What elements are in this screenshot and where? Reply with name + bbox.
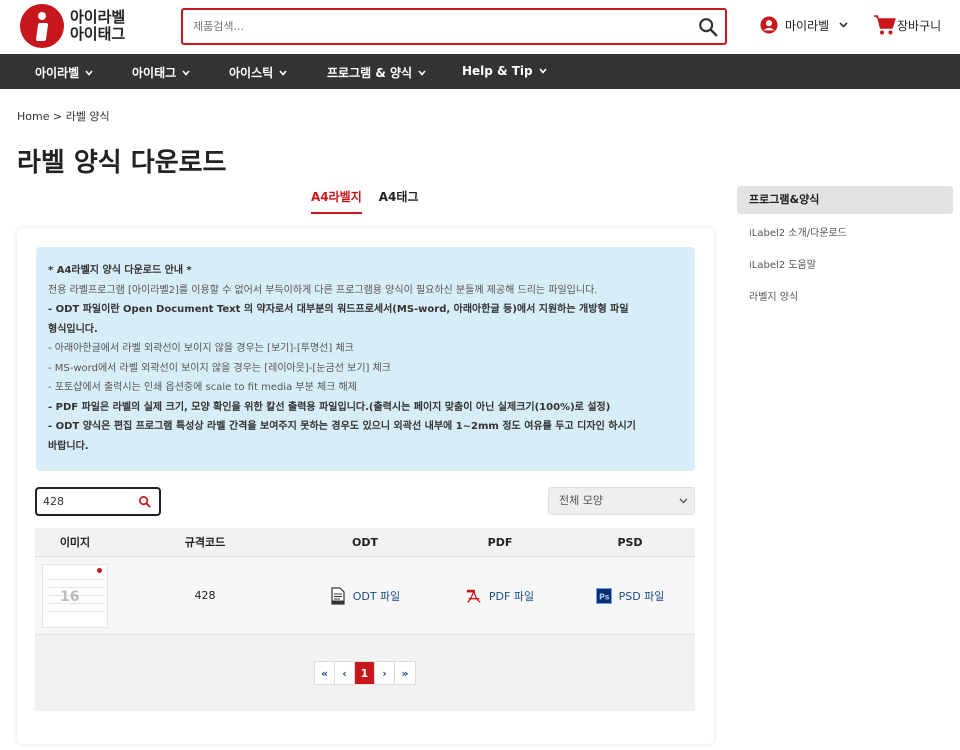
notice-line: - 아래아한글에서 라벨 외곽선이 보이지 않을 경우는 [보기]-[투명선] …	[48, 343, 354, 354]
notice-line: 형식입니다.	[48, 323, 98, 335]
label-thumbnail[interactable]: 16	[42, 563, 108, 628]
col-header-psd: PSD	[617, 535, 643, 549]
col-header-image: 이미지	[59, 536, 91, 549]
pagination: « ‹ 1 › »	[314, 661, 416, 685]
thumb-cell: 16	[35, 557, 115, 634]
breadcrumb[interactable]: Home > 라벨 양식	[17, 108, 110, 124]
chevron-down-icon	[279, 69, 287, 76]
nav-item-label: 아이스틱	[229, 66, 274, 80]
label-type-tabs: A4라벨지 A4태그	[311, 188, 435, 214]
cart-icon	[874, 15, 896, 35]
pdf-download-link[interactable]: PDF 파일	[466, 587, 534, 605]
shape-select-value: 전체 모양	[559, 494, 603, 507]
site-header: 아이라벨 아이태그 마이라벨 장바구니	[0, 0, 960, 54]
chevron-down-icon	[679, 498, 688, 504]
nav-item-label: 아이라벨	[35, 66, 80, 80]
odt-file-icon	[331, 586, 345, 605]
notice-line: - ODT 양식은 편집 프로그램 특성상 라벨 간격을 보여주지 못하는 경우…	[48, 421, 636, 432]
pdf-cell: PDF 파일	[435, 557, 565, 634]
psd-link-label: PSD 파일	[618, 589, 665, 603]
prev-page-button[interactable]: ‹	[335, 662, 355, 684]
thumb-number: 16	[60, 588, 80, 605]
psd-file-icon: Ps	[595, 587, 612, 604]
sidebar-item-ilabel2-download[interactable]: iLabel2 소개/다운로드	[749, 224, 847, 239]
odt-download-link[interactable]: ODT 파일	[330, 586, 401, 605]
logo-text: 아이라벨 아이태그	[70, 9, 125, 43]
pdf-file-icon	[466, 589, 481, 603]
tab-a4-label[interactable]: A4라벨지	[311, 188, 362, 214]
last-page-button[interactable]: »	[395, 662, 415, 684]
nav-item-label: Help & Tip	[462, 64, 533, 78]
svg-text:Ps: Ps	[599, 592, 610, 601]
col-header-pdf: PDF	[487, 535, 513, 549]
code-cell: 428	[194, 589, 216, 602]
notice-line: 바랍니다.	[48, 440, 89, 452]
notice-line: - PDF 파일은 라벨의 실제 크기, 모양 확인을 위한 칼선 출력용 파일…	[48, 401, 611, 413]
code-filter	[35, 487, 161, 516]
chevron-down-icon	[538, 68, 547, 74]
cart-link[interactable]: 장바구니	[873, 14, 941, 36]
nav-item-help[interactable]: Help & Tip	[462, 64, 547, 78]
sidebar-item-ilabel2-help[interactable]: iLabel2 도움말	[749, 256, 816, 271]
psd-download-link[interactable]: Ps PSD 파일	[595, 587, 665, 605]
main-nav: 아이라벨 아이태그 아이스틱 프로그램 & 양식 Help & Tip	[0, 54, 960, 89]
shape-select[interactable]: 전체 모양	[548, 487, 695, 515]
col-header-odt: ODT	[352, 535, 378, 549]
sidebar-heading: 프로그램&양식	[737, 186, 953, 214]
page-button-current[interactable]: 1	[355, 662, 375, 684]
notice-line: 전용 라벨프로그램 [아이라벨2]를 이용할 수 없어서 부득이하게 다른 프로…	[48, 284, 598, 296]
psd-cell: Ps PSD 파일	[565, 557, 695, 634]
table-row: 16 428 ODT 파일 PDF 파일 Ps PSD 파일	[35, 557, 695, 635]
pagination-area: « ‹ 1 › »	[35, 635, 695, 711]
notice-title: * A4라벨지 양식 다운로드 안내 *	[48, 265, 192, 276]
search-input[interactable]	[183, 10, 683, 43]
notice-line: - MS-word에서 라벨 외곽선이 보이지 않을 경우는 [레이아웃]-[눈…	[48, 362, 391, 374]
logo-line1: 아이라벨	[70, 8, 126, 26]
code-filter-input[interactable]	[37, 489, 127, 514]
search-icon[interactable]	[138, 495, 151, 508]
nav-item-itag[interactable]: 아이태그	[132, 64, 190, 81]
notice-line: - ODT 파일이란 Open Document Text 의 약자로서 대부분…	[48, 304, 629, 315]
user-menu-label: 마이라벨	[785, 18, 830, 33]
chevron-down-icon	[182, 69, 190, 76]
first-page-button[interactable]: «	[315, 662, 335, 684]
tab-a4-tag[interactable]: A4태그	[379, 188, 419, 214]
site-logo[interactable]: 아이라벨 아이태그	[20, 4, 125, 48]
page-title: 라벨 양식 다운로드	[17, 148, 227, 178]
nav-item-label: 프로그램 & 양식	[327, 66, 413, 80]
nav-item-ilabel[interactable]: 아이라벨	[35, 64, 93, 81]
sidebar-item-label-templates[interactable]: 라벨지 양식	[749, 288, 798, 303]
col-header-code: 규격코드	[184, 536, 226, 549]
my-label-menu[interactable]: 마이라벨	[760, 16, 848, 34]
logo-line2: 아이태그	[70, 25, 126, 43]
nav-item-istick[interactable]: 아이스틱	[229, 64, 287, 81]
chevron-down-icon	[85, 69, 93, 76]
odt-link-label: ODT 파일	[352, 589, 401, 603]
nav-item-label: 아이태그	[132, 66, 177, 80]
logo-icon	[20, 4, 64, 48]
user-icon	[760, 16, 778, 34]
product-search	[181, 8, 727, 45]
chevron-down-icon	[418, 69, 426, 76]
pdf-link-label: PDF 파일	[488, 589, 535, 603]
next-page-button[interactable]: ›	[375, 662, 395, 684]
template-card: * A4라벨지 양식 다운로드 안내 * 전용 라벨프로그램 [아이라벨2]를 …	[17, 228, 714, 744]
nav-item-programs[interactable]: 프로그램 & 양식	[327, 64, 426, 81]
download-notice: * A4라벨지 양식 다운로드 안내 * 전용 라벨프로그램 [아이라벨2]를 …	[36, 247, 695, 471]
notice-line: - 포토샵에서 출력시는 인쇄 옵션중에 scale to fit media …	[48, 382, 357, 393]
table-header: 이미지 규격코드 ODT PDF PSD	[35, 528, 695, 557]
search-icon[interactable]	[697, 16, 719, 38]
odt-cell: ODT 파일	[295, 557, 435, 634]
cart-label: 장바구니	[897, 18, 942, 33]
template-table: 이미지 규격코드 ODT PDF PSD 16 428 ODT 파일 PDF 파…	[35, 528, 695, 711]
chevron-down-icon	[839, 22, 848, 28]
